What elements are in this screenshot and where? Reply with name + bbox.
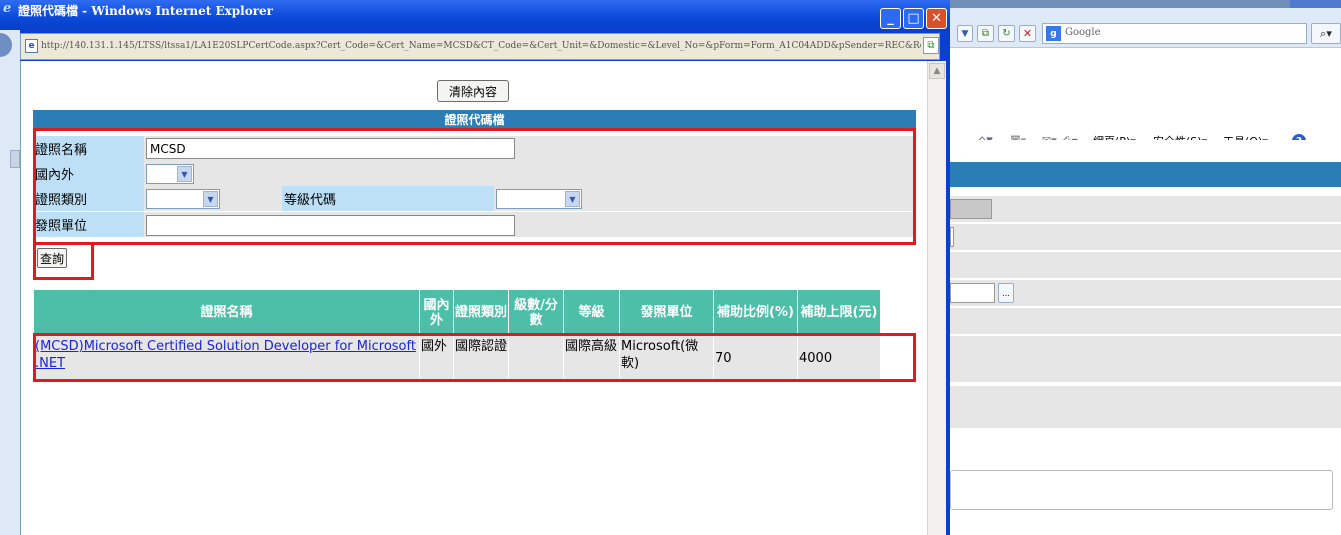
background-command-bar: ⌂▾ ◙▾ ✉▾ ⎙▾ 網頁(P)▾ 安全性(S)▾ 工具(O)▾ ? [930, 48, 1341, 148]
score-cell [508, 335, 564, 381]
column-header: 發照單位 [619, 289, 714, 336]
level-cell: 國際高級 [563, 335, 620, 381]
issuer-cell: Microsoft(微軟) [619, 335, 714, 381]
background-row [950, 224, 1341, 250]
form-row-issuer: 發照單位 [33, 212, 916, 237]
column-header: 補助比例(%) [713, 289, 798, 336]
search-box[interactable]: g Google [1042, 23, 1307, 44]
popup-address-bar: e http://140.131.1.145/LTSS/ltssa1/LA1E2… [20, 33, 940, 60]
column-header: 級數/分數 [508, 289, 564, 336]
popup-left-frame [0, 30, 20, 535]
issuer-input[interactable] [146, 215, 515, 236]
subsidy-cap-cell: 4000 [797, 335, 881, 381]
background-toolbar: ▼ ⧉ ↻ ✕ g Google ⌕▾ [930, 8, 1341, 48]
stop-icon[interactable]: ✕ [1019, 25, 1036, 42]
address-url[interactable]: http://140.131.1.145/LTSS/ltssa1/LA1E20S… [41, 41, 921, 51]
background-textarea[interactable] [950, 470, 1333, 510]
form-row-cert-name: 證照名稱 MCSD [33, 136, 916, 161]
table-header-row: 證照名稱 國內外 證照類別 級數/分數 等級 發照單位 補助比例(%) 補助上限… [33, 289, 881, 336]
column-header: 等級 [563, 289, 620, 336]
background-row: ... [950, 280, 1341, 306]
domestic-select[interactable]: ▼ [146, 164, 194, 184]
close-button[interactable]: ✕ [926, 8, 947, 29]
background-row [950, 196, 1341, 222]
popup-right-edge [946, 30, 950, 535]
background-window-controls [1290, 0, 1341, 8]
results-table: 證照名稱 國內外 證照類別 級數/分數 等級 發照單位 補助比例(%) 補助上限… [33, 289, 881, 381]
cert-type-select[interactable]: ▼ [146, 189, 220, 209]
background-window-titlebar [930, 0, 1341, 8]
search-icon[interactable]: ⌕▾ [1311, 23, 1341, 44]
background-browse-button[interactable]: ... [998, 283, 1014, 303]
popup-titlebar: e 證照代碼檔 - Windows Internet Explorer _ □ … [0, 0, 950, 30]
cert-name-link[interactable]: (MCSD)Microsoft Certified Solution Devel… [35, 339, 416, 371]
background-row [950, 386, 1341, 428]
ie-icon: e [3, 1, 12, 16]
cert-type-label: 證照類別 [33, 186, 144, 211]
column-header: 證照類別 [453, 289, 509, 336]
background-page-content: ... [930, 140, 1341, 535]
column-header: 證照名稱 [33, 289, 420, 336]
form-row-domestic: 國內外 ▼ [33, 161, 916, 186]
background-row [950, 252, 1341, 278]
subsidy-rate-cell: 70 [713, 335, 798, 381]
level-label: 等級代碼 [282, 186, 494, 211]
domestic-cell: 國外 [419, 335, 454, 381]
scroll-up-arrow-icon[interactable]: ▲ [929, 63, 945, 79]
popup-window: e 證照代碼檔 - Windows Internet Explorer _ □ … [0, 0, 950, 535]
form-header: 證照代碼檔 [33, 110, 916, 129]
clear-button[interactable]: 清除內容 [437, 80, 509, 102]
refresh-icon[interactable]: ↻ [998, 25, 1015, 42]
back-button-fragment [0, 33, 12, 57]
compat-view-icon[interactable]: ⧉ [923, 37, 939, 54]
chevron-down-icon: ▼ [177, 166, 192, 182]
background-row [950, 336, 1341, 382]
page-icon: e [25, 39, 38, 53]
google-icon: g [1046, 26, 1061, 41]
domestic-label: 國內外 [33, 161, 144, 186]
search-placeholder: Google [1065, 27, 1101, 38]
minimize-button[interactable]: _ [880, 8, 901, 29]
maximize-button[interactable]: □ [903, 8, 924, 29]
background-header-bar [950, 162, 1341, 187]
cert-name-label: 證照名稱 [33, 136, 144, 161]
background-text-input[interactable] [950, 283, 995, 303]
cert-type-cell: 國際認證 [453, 335, 509, 381]
level-select[interactable]: ▼ [496, 189, 582, 209]
table-row: (MCSD)Microsoft Certified Solution Devel… [33, 335, 881, 381]
column-header: 國內外 [419, 289, 454, 336]
address-dropdown-button[interactable]: ▼ [957, 25, 973, 42]
compat-view-icon[interactable]: ⧉ [977, 25, 994, 42]
left-frame-tab [10, 150, 20, 168]
vertical-scrollbar[interactable]: ▲ [927, 61, 946, 535]
cert-name-input[interactable]: MCSD [146, 138, 515, 159]
issuer-label: 發照單位 [33, 212, 144, 237]
column-header: 補助上限(元) [797, 289, 881, 336]
popup-title: 證照代碼檔 - Windows Internet Explorer [18, 4, 273, 18]
query-button[interactable]: 查詢 [37, 248, 67, 268]
form-row-cert-type: 證照類別 ▼ 等級代碼 ▼ [33, 186, 916, 211]
background-row [950, 308, 1341, 334]
cert-name-cell: (MCSD)Microsoft Certified Solution Devel… [33, 335, 420, 381]
chevron-down-icon: ▼ [565, 191, 580, 207]
chevron-down-icon: ▼ [203, 191, 218, 207]
